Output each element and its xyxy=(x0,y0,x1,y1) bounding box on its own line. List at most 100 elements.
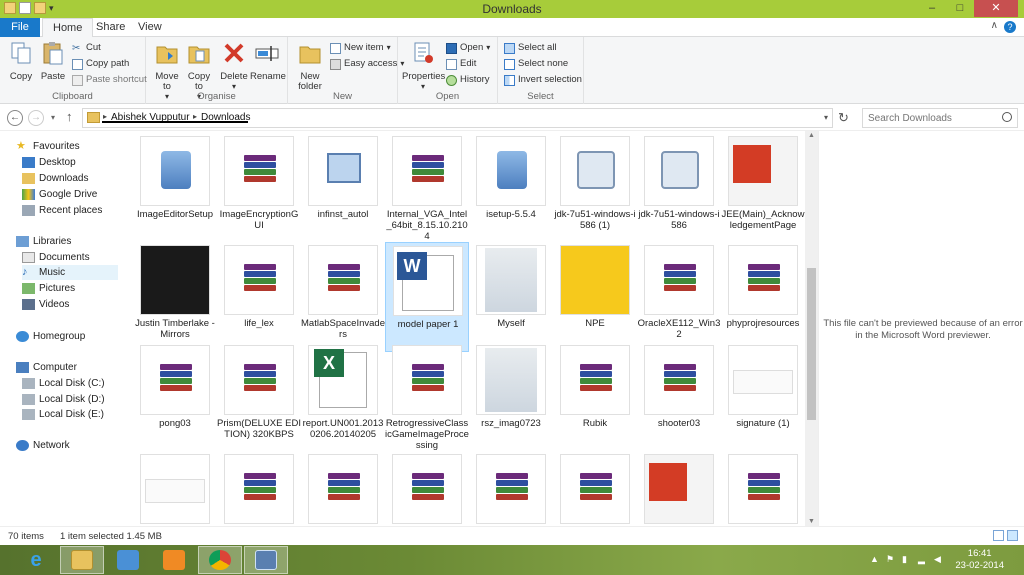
scrollbar-thumb[interactable] xyxy=(807,268,816,420)
search-box[interactable] xyxy=(862,108,1018,128)
nav-favourites[interactable]: ★ Favourites xyxy=(16,139,80,154)
file-tile[interactable]: ImageEncryptionGUI xyxy=(217,133,301,243)
file-tile[interactable]: phyprojresources xyxy=(721,242,805,352)
show-hidden-icons-icon[interactable]: ▲ xyxy=(870,554,880,564)
easy-access-button[interactable]: Easy access ▾ xyxy=(330,57,404,71)
details-view-icon[interactable] xyxy=(993,530,1004,541)
nav-recent-places[interactable]: Recent places xyxy=(22,203,102,218)
cut-button[interactable]: ✂ Cut xyxy=(72,41,101,55)
nav-disk-d[interactable]: Local Disk (D:) xyxy=(22,392,105,407)
file-tile[interactable]: jdk-7u51-windows-i586 (1) xyxy=(553,133,637,243)
nav-music[interactable]: ♪ Music xyxy=(22,265,118,280)
file-tile[interactable]: Internal_VGA_Intel_64bit_8.15.10.2104 xyxy=(385,133,469,243)
nav-disk-c[interactable]: Local Disk (C:) xyxy=(22,376,105,391)
recent-locations-icon[interactable]: ▾ xyxy=(51,113,55,122)
file-tile[interactable]: JEE(Main)_AcknowledgementPage xyxy=(721,133,805,243)
history-button[interactable]: History xyxy=(446,73,490,87)
nav-disk-e[interactable]: Local Disk (E:) xyxy=(22,407,104,422)
edit-button[interactable]: Edit xyxy=(446,57,476,71)
refresh-icon[interactable]: ↻ xyxy=(838,110,849,126)
open-button[interactable]: Open ▾ xyxy=(446,41,490,55)
nav-google-drive[interactable]: Google Drive xyxy=(22,187,97,202)
flag-icon[interactable]: ⚑ xyxy=(886,554,896,564)
file-tile[interactable]: isetup-5.5.4 xyxy=(469,133,553,243)
tab-view[interactable]: View xyxy=(128,18,172,37)
nav-libraries[interactable]: Libraries xyxy=(16,234,71,249)
taskbar-media-player[interactable] xyxy=(152,546,196,574)
taskbar-internet-explorer[interactable]: e xyxy=(14,546,58,574)
nav-desktop[interactable]: Desktop xyxy=(22,155,76,170)
paste-shortcut-button[interactable]: Paste shortcut xyxy=(72,73,147,87)
search-input[interactable] xyxy=(868,111,996,125)
taskbar-file-explorer[interactable] xyxy=(60,546,104,574)
nav-homegroup[interactable]: Homegroup xyxy=(16,329,85,344)
file-tile[interactable]: shooter03 xyxy=(637,342,721,452)
file-tile[interactable]: rsz_imag0723 xyxy=(469,342,553,452)
minimize-button[interactable]: – xyxy=(918,0,946,17)
address-bar[interactable]: ▸ Abishek Vupputur ▸ Downloads ▾ xyxy=(82,108,833,128)
nav-pictures[interactable]: Pictures xyxy=(22,281,75,296)
select-all-button[interactable]: Select all xyxy=(504,41,557,55)
search-icon[interactable] xyxy=(1002,112,1012,122)
file-tile[interactable]: Myself xyxy=(469,242,553,352)
file-tile[interactable] xyxy=(385,451,469,526)
nav-documents[interactable]: Documents xyxy=(22,250,90,265)
file-tile[interactable]: Xreport.UN001.20130206.20140205 xyxy=(301,342,385,452)
file-tile[interactable] xyxy=(301,451,385,526)
select-none-button[interactable]: Select none xyxy=(504,57,568,71)
volume-icon[interactable]: ◀ xyxy=(934,554,944,564)
file-tile[interactable]: jdk-7u51-windows-i586 xyxy=(637,133,721,243)
file-tile[interactable]: life_lex xyxy=(217,242,301,352)
file-tile[interactable] xyxy=(637,451,721,526)
file-tile[interactable] xyxy=(133,451,217,526)
power-icon[interactable]: ▮ xyxy=(902,554,912,564)
invert-selection-button[interactable]: Invert selection xyxy=(504,73,582,87)
file-tile[interactable]: Prism(DELUXE EDITION) 320KBPS xyxy=(217,342,301,452)
scroll-down-icon[interactable]: ▼ xyxy=(808,518,815,525)
up-arrow-icon[interactable]: ↑ xyxy=(66,109,73,124)
file-tile[interactable] xyxy=(721,451,805,526)
file-tile[interactable] xyxy=(217,451,301,526)
vertical-scrollbar[interactable]: ▲ ▼ xyxy=(805,131,818,526)
copy-button[interactable]: Copy xyxy=(6,40,36,82)
file-tile[interactable]: OracleXE112_Win32 xyxy=(637,242,721,352)
file-tile[interactable]: MatlabSpaceInvaders xyxy=(301,242,385,352)
file-tile[interactable] xyxy=(553,451,637,526)
file-tile[interactable]: Wmodel paper 1 xyxy=(385,242,469,352)
taskbar-libraries[interactable] xyxy=(106,546,150,574)
file-tile[interactable]: pong03 xyxy=(133,342,217,452)
taskbar-chrome[interactable] xyxy=(198,546,242,574)
file-tile[interactable]: NPE xyxy=(553,242,637,352)
tab-file[interactable]: File xyxy=(0,18,40,37)
maximize-button[interactable]: □ xyxy=(946,0,974,17)
file-tile[interactable]: RetrogressiveClassicGameImageProcessing xyxy=(385,342,469,452)
copy-path-button[interactable]: Copy path xyxy=(72,57,129,71)
file-tile[interactable]: ImageEditorSetup xyxy=(133,133,217,243)
taskbar-app[interactable] xyxy=(244,546,288,574)
file-tile[interactable]: Justin Timberlake - Mirrors xyxy=(133,242,217,352)
help-icon[interactable]: ? xyxy=(1004,21,1016,33)
nav-computer[interactable]: Computer xyxy=(16,360,77,375)
delete-button[interactable]: Delete ▾ xyxy=(220,40,248,92)
scroll-up-icon[interactable]: ▲ xyxy=(808,132,815,139)
file-tile[interactable]: infinst_autol xyxy=(301,133,385,243)
file-tile[interactable] xyxy=(469,451,553,526)
back-button[interactable]: ← xyxy=(7,110,23,126)
nav-downloads[interactable]: Downloads xyxy=(22,171,88,186)
network-tray-icon[interactable]: ▂ xyxy=(918,554,928,564)
new-item-button[interactable]: New item ▾ xyxy=(330,41,391,55)
large-icons-view-icon[interactable] xyxy=(1007,530,1018,541)
clock[interactable]: 16:41 23-02-2014 xyxy=(955,548,1004,572)
nav-network[interactable]: Network xyxy=(16,438,70,453)
file-tile[interactable]: signature (1) xyxy=(721,342,805,452)
file-tile[interactable]: Rubik xyxy=(553,342,637,452)
minimize-ribbon-icon[interactable]: ∧ xyxy=(991,20,998,31)
paste-button[interactable]: Paste xyxy=(38,40,68,82)
properties-button[interactable]: Properties ▾ xyxy=(402,40,445,92)
new-folder-button[interactable]: New folder xyxy=(294,40,326,92)
address-dropdown-icon[interactable]: ▾ xyxy=(824,113,828,122)
nav-videos[interactable]: Videos xyxy=(22,297,69,312)
rename-button[interactable]: Rename xyxy=(250,40,286,82)
close-button[interactable]: ✕ xyxy=(974,0,1018,17)
forward-button[interactable]: → xyxy=(28,110,44,126)
